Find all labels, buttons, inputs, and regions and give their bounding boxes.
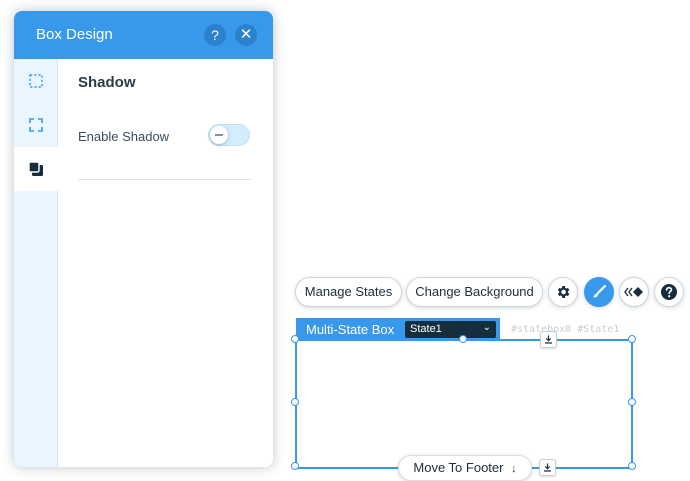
resize-handle-right[interactable] xyxy=(628,398,636,406)
panel-title: Box Design xyxy=(36,26,113,43)
tab-corners[interactable] xyxy=(14,103,57,147)
element-id-hint: #statebox8 #State1 xyxy=(511,324,620,335)
shadow-squares-icon xyxy=(28,161,43,176)
arrow-down-icon: ↓ xyxy=(511,463,517,475)
download-arrow-icon xyxy=(545,335,552,344)
help-icon xyxy=(661,284,677,300)
element-type-label: Multi-State Box xyxy=(306,322,395,337)
resize-handle-top[interactable] xyxy=(459,335,467,343)
resize-handle-bottom-right[interactable] xyxy=(628,462,636,470)
toggle-knob xyxy=(210,126,228,144)
move-to-footer-button[interactable]: Move To Footer ↓ xyxy=(398,455,532,481)
element-type-tag: Multi-State Box State1 ⌄ xyxy=(296,318,500,340)
help-button[interactable]: ? xyxy=(204,24,226,46)
panel-body: Shadow Enable Shadow xyxy=(58,59,273,467)
box-design-panel: Box Design ? ✕ Shadow Enable Shadow xyxy=(14,11,273,467)
state-dropdown[interactable]: State1 ⌄ xyxy=(405,321,496,338)
question-mark-icon: ? xyxy=(211,27,219,43)
settings-button[interactable] xyxy=(548,277,578,307)
close-icon: ✕ xyxy=(239,26,253,43)
tab-border[interactable] xyxy=(14,59,57,103)
change-background-button[interactable]: Change Background xyxy=(406,277,543,307)
state-dropdown-value: State1 xyxy=(410,323,442,335)
brush-icon xyxy=(593,284,607,298)
panel-header[interactable]: Box Design ? ✕ xyxy=(14,11,273,59)
manage-states-button[interactable]: Manage States xyxy=(295,277,402,307)
design-button[interactable] xyxy=(584,277,614,307)
enable-shadow-toggle[interactable] xyxy=(208,124,250,146)
divider xyxy=(78,179,252,180)
dashed-square-icon xyxy=(28,74,43,88)
anchor-button-top[interactable] xyxy=(540,331,557,348)
download-arrow-icon xyxy=(544,463,551,472)
gear-icon xyxy=(557,286,570,298)
resize-handle-bottom-left[interactable] xyxy=(291,462,299,470)
multi-state-box[interactable] xyxy=(295,339,633,469)
close-button[interactable]: ✕ xyxy=(235,24,257,46)
element-help-button[interactable] xyxy=(654,277,684,307)
resize-handle-left[interactable] xyxy=(291,398,299,406)
tab-shadow[interactable] xyxy=(14,147,58,191)
corners-square-icon xyxy=(28,118,43,132)
panel-sidebar xyxy=(14,59,58,467)
animation-button[interactable] xyxy=(619,277,649,307)
animation-icon xyxy=(624,287,643,297)
section-title: Shadow xyxy=(78,74,136,91)
anchor-button-bottom[interactable] xyxy=(539,459,556,476)
resize-handle-top-left[interactable] xyxy=(291,335,299,343)
enable-shadow-label: Enable Shadow xyxy=(78,129,170,144)
minus-icon xyxy=(215,134,223,136)
move-to-footer-label: Move To Footer xyxy=(413,460,504,475)
chevron-down-icon: ⌄ xyxy=(482,322,491,333)
resize-handle-top-right[interactable] xyxy=(628,335,636,343)
